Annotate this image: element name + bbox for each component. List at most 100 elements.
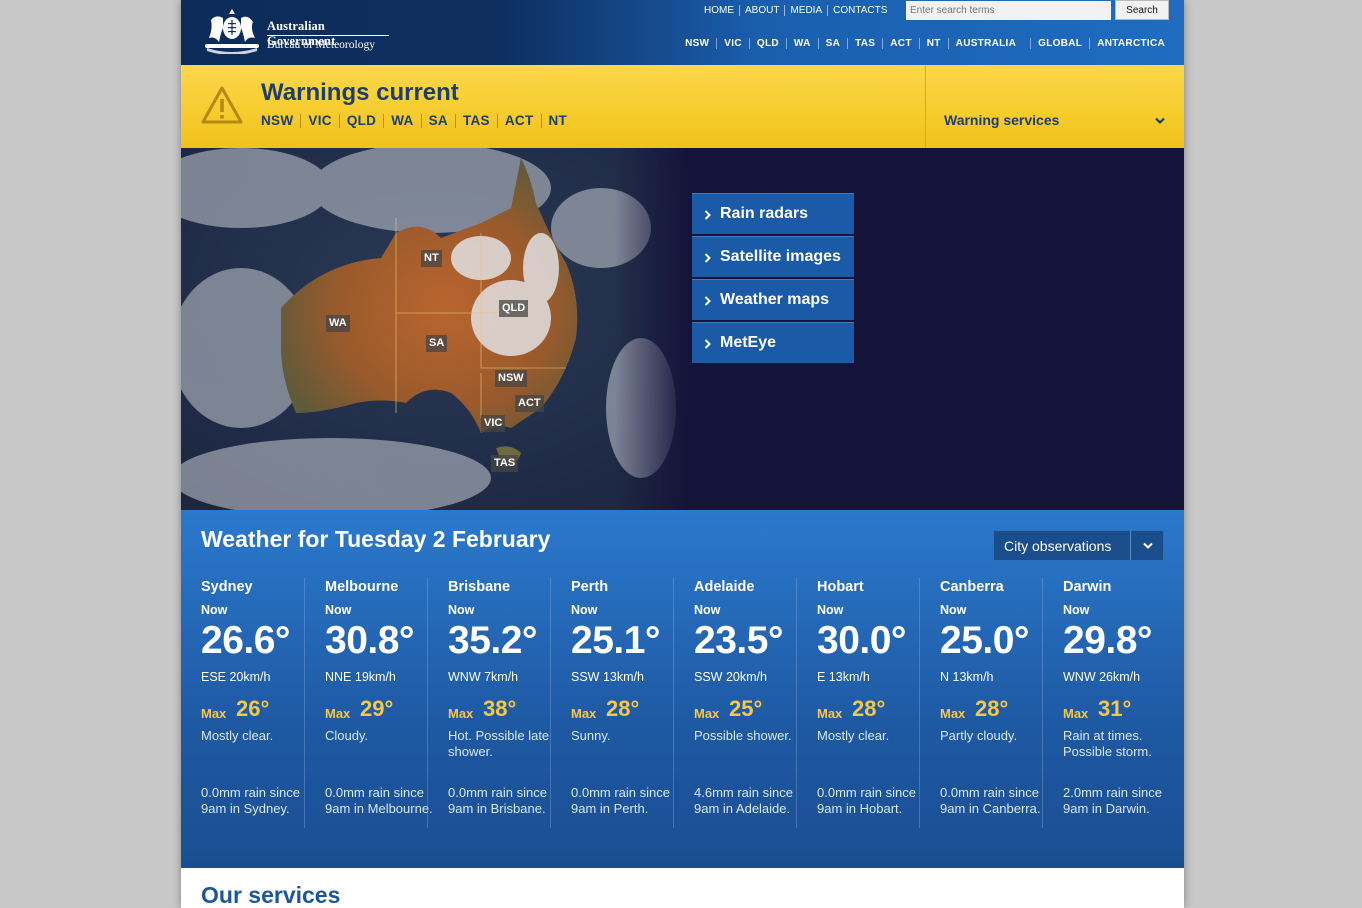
rainfall-text: 0.0mm rain since 9am in Canberra. xyxy=(940,785,1041,816)
search-input[interactable] xyxy=(906,1,1111,20)
now-label: Now xyxy=(571,603,598,617)
warning-link-wa[interactable]: WA xyxy=(383,114,420,128)
page: Australian Government Bureau of Meteorol… xyxy=(181,0,1184,908)
max-temp: 38° xyxy=(483,696,517,721)
rainfall-text: 0.0mm rain since 9am in Perth. xyxy=(571,785,670,816)
warning-link-nsw[interactable]: NSW xyxy=(261,114,300,128)
state-nav-qld[interactable]: QLD xyxy=(748,38,786,49)
city-observations-label: City observations xyxy=(1004,538,1112,554)
state-nav-australia[interactable]: AUSTRALIA xyxy=(947,38,1023,49)
wind: WNW 26km/h xyxy=(1063,670,1141,684)
forecast-text: Mostly clear. xyxy=(817,728,890,743)
now-label: Now xyxy=(694,603,721,617)
coat-of-arms-icon xyxy=(205,9,259,54)
state-nav-wa[interactable]: WA xyxy=(785,38,818,49)
max-temp: 26° xyxy=(236,696,270,721)
warning-services-label: Warning services xyxy=(944,112,1060,128)
max-label: Max xyxy=(571,706,597,721)
warnings-title[interactable]: Warnings current xyxy=(261,79,459,107)
chevron-right-icon xyxy=(704,253,711,263)
state-nav: NSW VIC QLD WA SA TAS ACT NT AUSTRALIA G… xyxy=(678,38,1172,49)
city-brisbane[interactable]: Brisbane Now 35.2° WNW 7km/h Max 38° Hot… xyxy=(427,578,550,828)
current-temp: 30.8° xyxy=(325,619,415,662)
state-nav-act[interactable]: ACT xyxy=(882,38,918,49)
rainfall-text: 0.0mm rain since 9am in Melbourne. xyxy=(325,785,433,816)
city-perth[interactable]: Perth Now 25.1° SSW 13km/h Max 28° Sunny… xyxy=(550,578,673,828)
satellite-map[interactable] xyxy=(181,148,691,510)
nav-home[interactable]: HOME xyxy=(699,5,739,16)
map-label-nt[interactable]: NT xyxy=(421,250,442,267)
rainfall-text: 0.0mm rain since 9am in Brisbane. xyxy=(448,785,547,816)
satellite-images-link[interactable]: Satellite images xyxy=(692,236,854,277)
current-temp: 30.0° xyxy=(817,619,907,662)
rain-radars-link[interactable]: Rain radars xyxy=(692,193,854,234)
map-label-qld[interactable]: QLD xyxy=(499,300,529,317)
city-adelaide[interactable]: Adelaide Now 23.5° SSW 20km/h Max 25° Po… xyxy=(673,578,796,828)
warning-link-act[interactable]: ACT xyxy=(496,114,541,128)
max-temp: 29° xyxy=(360,696,394,721)
now-label: Now xyxy=(201,603,228,617)
city-observations-select[interactable]: City observations xyxy=(993,530,1164,561)
max-label: Max xyxy=(940,706,966,721)
chevron-down-icon xyxy=(1155,117,1165,125)
warning-link-nt[interactable]: NT xyxy=(540,114,575,128)
city-darwin[interactable]: Darwin Now 29.8° WNW 26km/h Max 31° Rain… xyxy=(1042,578,1165,828)
wind: WNW 7km/h xyxy=(448,670,519,684)
warning-link-tas[interactable]: TAS xyxy=(454,114,497,128)
current-temp: 26.6° xyxy=(201,619,291,662)
current-temp: 25.1° xyxy=(571,619,661,662)
nav-antarctica[interactable]: ANTARCTICA xyxy=(1089,38,1172,49)
warning-link-qld[interactable]: QLD xyxy=(338,114,383,128)
city-name: Adelaide xyxy=(694,579,755,595)
city-sydney[interactable]: Sydney Now 26.6° ESE 20km/h Max 26° Most… xyxy=(181,578,304,828)
nav-contacts[interactable]: CONTACTS xyxy=(827,4,892,16)
dropdown-toggle[interactable] xyxy=(1130,531,1163,560)
warning-link-vic[interactable]: VIC xyxy=(300,114,338,128)
wind: E 13km/h xyxy=(817,670,870,684)
map-label-wa[interactable]: WA xyxy=(326,315,350,332)
rainfall-text: 0.0mm rain since 9am in Hobart. xyxy=(817,785,916,816)
top-nav: HOME ABOUT MEDIA CONTACTS xyxy=(699,0,892,20)
map-label-tas[interactable]: TAS xyxy=(491,455,519,472)
nav-media[interactable]: MEDIA xyxy=(784,4,827,16)
map-label-vic[interactable]: VIC xyxy=(481,415,506,432)
warning-states: NSW VIC QLD WA SA TAS ACT NT xyxy=(261,114,574,128)
city-hobart[interactable]: Hobart Now 30.0° E 13km/h Max 28° Mostly… xyxy=(796,578,919,828)
weather-title: Weather for Tuesday 2 February xyxy=(201,526,551,552)
state-nav-nsw[interactable]: NSW xyxy=(678,38,716,49)
nav-about[interactable]: ABOUT xyxy=(739,4,784,16)
forecast-text: Partly cloudy. xyxy=(940,728,1018,743)
now-label: Now xyxy=(325,603,352,617)
now-label: Now xyxy=(940,603,967,617)
max-label: Max xyxy=(817,706,843,721)
city-canberra[interactable]: Canberra Now 25.0° N 13km/h Max 28° Part… xyxy=(919,578,1042,828)
warning-link-sa[interactable]: SA xyxy=(420,114,455,128)
weather-maps-link[interactable]: Weather maps xyxy=(692,279,854,320)
bom-logo[interactable]: Australian Government Bureau of Meteorol… xyxy=(201,8,391,54)
state-nav-tas[interactable]: TAS xyxy=(847,38,882,49)
now-label: Now xyxy=(817,603,844,617)
forecast-text: Hot. Possible late shower. xyxy=(448,728,550,759)
agency-name: Bureau of Meteorology xyxy=(267,39,375,51)
warning-services-dropdown[interactable]: Warning services xyxy=(925,65,1184,148)
warning-triangle-icon xyxy=(201,86,243,124)
current-temp: 25.0° xyxy=(940,619,1030,662)
map-label-sa[interactable]: SA xyxy=(426,335,448,352)
state-nav-vic[interactable]: VIC xyxy=(716,38,749,49)
search-button[interactable]: Search xyxy=(1115,0,1169,20)
state-nav-sa[interactable]: SA xyxy=(817,38,848,49)
chevron-right-icon xyxy=(704,296,711,306)
wind: SSW 13km/h xyxy=(571,670,644,684)
city-melbourne[interactable]: Melbourne Now 30.8° NNE 19km/h Max 29° C… xyxy=(304,578,433,828)
map-label-act[interactable]: ACT xyxy=(515,395,544,412)
nav-global[interactable]: GLOBAL xyxy=(1030,38,1089,49)
chevron-right-icon xyxy=(704,339,711,349)
current-temp: 35.2° xyxy=(448,619,538,662)
map-label-nsw[interactable]: NSW xyxy=(495,370,527,387)
city-name: Sydney xyxy=(201,579,253,595)
state-nav-nt[interactable]: NT xyxy=(918,38,948,49)
max-label: Max xyxy=(448,706,474,721)
meteye-link[interactable]: MetEye xyxy=(692,322,854,363)
weather-panel: Weather for Tuesday 2 February City obse… xyxy=(181,510,1184,868)
quick-link-label: Satellite images xyxy=(720,248,841,265)
